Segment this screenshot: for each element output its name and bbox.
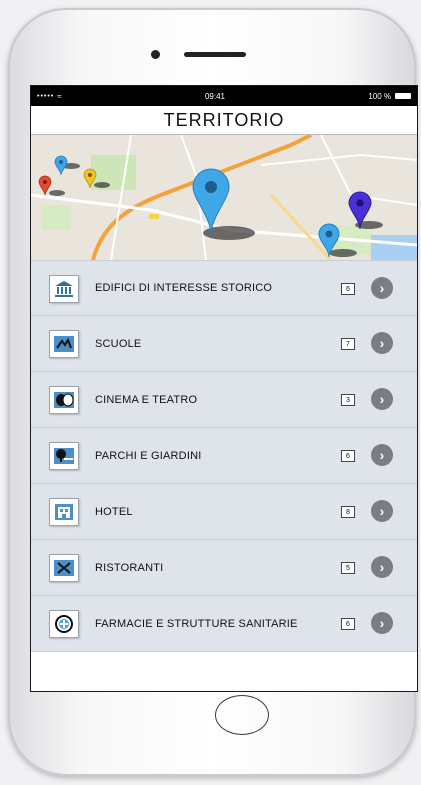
pin-shadow xyxy=(94,182,110,188)
chevron-right-icon[interactable]: › xyxy=(371,277,393,299)
park-bench-icon xyxy=(49,442,79,470)
chevron-right-icon[interactable]: › xyxy=(371,612,393,634)
category-count-badge: 6 xyxy=(341,283,355,295)
theater-masks-icon xyxy=(49,386,79,414)
category-count-badge: 5 xyxy=(341,562,355,574)
signal-indicator: ••••• ≈ xyxy=(37,92,62,101)
signal-dots: ••••• xyxy=(37,92,55,100)
category-label: RISTORANTI xyxy=(95,561,164,574)
hotel-icon xyxy=(49,498,79,526)
battery-icon xyxy=(395,93,411,100)
chevron-right-icon[interactable]: › xyxy=(371,444,393,466)
chevron-right-icon[interactable]: › xyxy=(371,556,393,578)
map-water xyxy=(371,235,417,260)
category-label: SCUOLE xyxy=(95,337,142,350)
earpiece-speaker xyxy=(184,52,246,57)
category-label: CINEMA E TEATRO xyxy=(95,393,198,406)
chevron-right-icon[interactable]: › xyxy=(371,332,393,354)
category-count-badge: 6 xyxy=(341,450,355,462)
school-icon xyxy=(49,330,79,358)
category-count-badge: 8 xyxy=(341,506,355,518)
category-row[interactable]: CINEMA E TEATRO 3 › xyxy=(31,372,417,428)
category-count-badge: 6 xyxy=(341,618,355,630)
category-label: FARMACIE E STRUTTURE SANITARIE xyxy=(95,617,298,630)
battery-text: 100 % xyxy=(368,91,391,101)
category-label: PARCHI E GIARDINI xyxy=(95,449,202,462)
category-row[interactable]: HOTEL 8 › xyxy=(31,484,417,540)
category-label: HOTEL xyxy=(95,505,133,518)
status-bar: ••••• ≈ 09:41 100 % xyxy=(31,86,417,106)
map-road-sign xyxy=(149,214,159,219)
map-canvas xyxy=(31,135,417,260)
medical-cross-icon xyxy=(49,610,79,638)
status-time: 09:41 xyxy=(204,91,225,101)
museum-icon xyxy=(49,275,79,303)
category-count-badge: 3 xyxy=(341,394,355,406)
category-row[interactable]: EDIFICI DI INTERESSE STORICO 6 › xyxy=(31,260,417,316)
category-row[interactable]: FARMACIE E STRUTTURE SANITARIE 6 › xyxy=(31,596,417,652)
map-view[interactable] xyxy=(31,135,417,260)
restaurant-icon xyxy=(49,554,79,582)
pin-shadow xyxy=(49,190,65,196)
front-camera xyxy=(151,50,160,59)
chevron-right-icon[interactable]: › xyxy=(371,500,393,522)
battery-indicator: 100 % xyxy=(368,92,411,101)
page-title: TERRITORIO xyxy=(31,106,417,135)
wifi-icon: ≈ xyxy=(57,91,62,101)
map-park-area xyxy=(41,205,71,230)
app-screen: ••••• ≈ 09:41 100 % TERRITORIO EDIFICI D… xyxy=(30,85,418,692)
category-row[interactable]: RISTORANTI 5 › xyxy=(31,540,417,596)
category-count-badge: 7 xyxy=(341,338,355,350)
chevron-right-icon[interactable]: › xyxy=(371,388,393,410)
pin-shadow xyxy=(329,249,357,257)
category-list: EDIFICI DI INTERESSE STORICO 6 › SCUOLE 7 › CI… xyxy=(31,260,417,652)
category-row[interactable]: PARCHI E GIARDINI 6 › xyxy=(31,428,417,484)
category-row[interactable]: SCUOLE 7 › xyxy=(31,316,417,372)
home-button[interactable] xyxy=(215,695,269,735)
category-label: EDIFICI DI INTERESSE STORICO xyxy=(95,282,273,294)
